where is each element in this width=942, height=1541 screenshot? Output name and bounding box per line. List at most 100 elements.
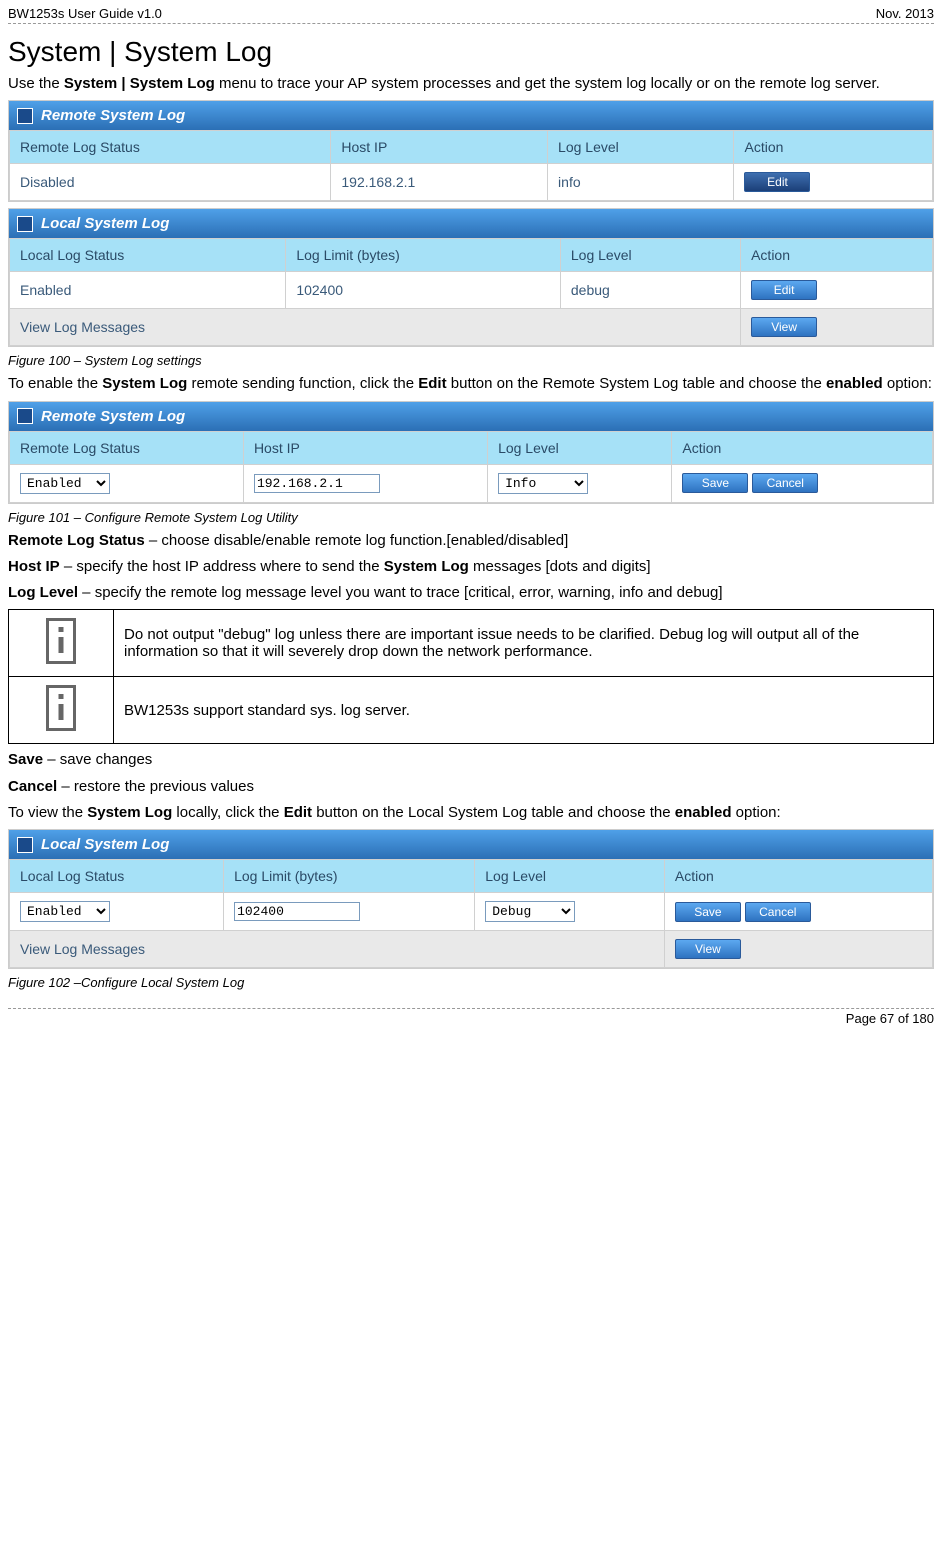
- table-row: View Log Messages View: [10, 931, 933, 968]
- remote-log-status-desc: Remote Log Status – choose disable/enabl…: [8, 531, 934, 551]
- edit-button[interactable]: Edit: [751, 280, 817, 300]
- remote-log-edit-title: Remote System Log: [41, 408, 185, 425]
- save-desc: Save – save changes: [8, 750, 934, 770]
- view-local-paragraph: To view the System Log locally, click th…: [8, 803, 934, 823]
- remote-log-edit-table: Remote Log Status Host IP Log Level Acti…: [9, 431, 933, 503]
- remote-log-panel-title: Remote System Log: [41, 107, 185, 124]
- remote-log-edit-panel: Remote System Log Remote Log Status Host…: [8, 401, 934, 504]
- table-row: View Log Messages View: [10, 309, 933, 346]
- footer-divider: [8, 1008, 934, 1009]
- intro-text-before: Use the: [8, 75, 64, 92]
- remote-level-select[interactable]: Info: [498, 473, 588, 494]
- note-1-text: Do not output "debug" log unless there a…: [114, 610, 934, 677]
- save-button[interactable]: Save: [682, 473, 748, 493]
- figure-102-caption: Figure 102 –Configure Local System Log: [8, 975, 934, 990]
- col-local-status: Local Log Status: [10, 239, 286, 272]
- remote-edit-action-cell: Save Cancel: [672, 464, 933, 502]
- info-icon-cell: [9, 610, 114, 677]
- view-log-messages-label: View Log Messages: [10, 309, 741, 346]
- info-icon: [46, 685, 76, 731]
- local-log-edit-panel: Local System Log Local Log Status Log Li…: [8, 829, 934, 969]
- col-remote-status: Remote Log Status: [10, 431, 244, 464]
- info-icon-cell: [9, 677, 114, 744]
- remote-log-panel: Remote System Log Remote Log Status Host…: [8, 100, 934, 202]
- page-number: Page 67 of 180: [8, 1011, 934, 1026]
- col-log-level: Log Level: [560, 239, 740, 272]
- panel-icon: [17, 408, 33, 424]
- local-action-cell: Edit: [741, 272, 933, 309]
- enable-remote-paragraph: To enable the System Log remote sending …: [8, 374, 934, 394]
- col-local-status: Local Log Status: [10, 860, 224, 893]
- log-limit-input[interactable]: [234, 902, 360, 921]
- view-button[interactable]: View: [675, 939, 741, 959]
- doc-title-right: Nov. 2013: [876, 6, 934, 21]
- intro-paragraph: Use the System | System Log menu to trac…: [8, 74, 934, 94]
- view-action-cell: View: [741, 309, 933, 346]
- remote-log-panel-header: Remote System Log: [9, 101, 933, 130]
- view-log-messages-label: View Log Messages: [10, 931, 665, 968]
- col-log-limit: Log Limit (bytes): [286, 239, 561, 272]
- local-log-panel: Local System Log Local Log Status Log Li…: [8, 208, 934, 347]
- save-button[interactable]: Save: [675, 902, 741, 922]
- col-action: Action: [664, 860, 932, 893]
- local-status-select[interactable]: Enabled: [20, 901, 110, 922]
- col-log-limit: Log Limit (bytes): [224, 860, 475, 893]
- table-row: Enabled Info Save Cancel: [10, 464, 933, 502]
- col-log-level: Log Level: [548, 131, 734, 164]
- view-action-cell: View: [664, 931, 932, 968]
- panel-icon: [17, 108, 33, 124]
- col-log-level: Log Level: [488, 431, 672, 464]
- log-level-desc: Log Level – specify the remote log messa…: [8, 583, 934, 603]
- note-row: BW1253s support standard sys. log server…: [9, 677, 934, 744]
- local-log-edit-header: Local System Log: [9, 830, 933, 859]
- view-button[interactable]: View: [751, 317, 817, 337]
- remote-log-table: Remote Log Status Host IP Log Level Acti…: [9, 130, 933, 201]
- panel-icon: [17, 837, 33, 853]
- local-limit-value: 102400: [286, 272, 561, 309]
- note-row: Do not output "debug" log unless there a…: [9, 610, 934, 677]
- table-row: Enabled 102400 debug Edit: [10, 272, 933, 309]
- panel-icon: [17, 216, 33, 232]
- local-level-select[interactable]: Debug: [485, 901, 575, 922]
- local-edit-action-cell: Save Cancel: [664, 893, 932, 931]
- col-host-ip: Host IP: [331, 131, 548, 164]
- intro-text-after: menu to trace your AP system processes a…: [215, 75, 880, 92]
- local-log-panel-title: Local System Log: [41, 215, 169, 232]
- col-action: Action: [672, 431, 933, 464]
- remote-host-value: 192.168.2.1: [331, 164, 548, 201]
- remote-log-edit-header: Remote System Log: [9, 402, 933, 431]
- intro-text-bold: System | System Log: [64, 75, 215, 92]
- remote-status-select[interactable]: Enabled: [20, 473, 110, 494]
- local-level-value: debug: [560, 272, 740, 309]
- col-action: Action: [734, 131, 933, 164]
- cancel-desc: Cancel – restore the previous values: [8, 777, 934, 797]
- remote-status-value: Disabled: [10, 164, 331, 201]
- col-log-level: Log Level: [475, 860, 665, 893]
- info-icon: [46, 618, 76, 664]
- page-footer: Page 67 of 180: [0, 1008, 942, 1034]
- col-action: Action: [741, 239, 933, 272]
- local-log-edit-title: Local System Log: [41, 836, 169, 853]
- note-2-text: BW1253s support standard sys. log server…: [114, 677, 934, 744]
- remote-level-value: info: [548, 164, 734, 201]
- col-host-ip: Host IP: [243, 431, 487, 464]
- table-row: Disabled 192.168.2.1 info Edit: [10, 164, 933, 201]
- notes-table: Do not output "debug" log unless there a…: [8, 609, 934, 744]
- doc-title-left: BW1253s User Guide v1.0: [8, 6, 162, 21]
- edit-button[interactable]: Edit: [744, 172, 810, 192]
- remote-action-cell: Edit: [734, 164, 933, 201]
- cancel-button[interactable]: Cancel: [752, 473, 818, 493]
- host-ip-desc: Host IP – specify the host IP address wh…: [8, 557, 934, 577]
- header-divider: [8, 23, 934, 24]
- section-heading: System | System Log: [8, 36, 934, 68]
- local-log-panel-header: Local System Log: [9, 209, 933, 238]
- cancel-button[interactable]: Cancel: [745, 902, 811, 922]
- local-log-edit-table: Local Log Status Log Limit (bytes) Log L…: [9, 859, 933, 968]
- table-row: Enabled Debug Save Cancel: [10, 893, 933, 931]
- col-remote-status: Remote Log Status: [10, 131, 331, 164]
- figure-100-caption: Figure 100 – System Log settings: [8, 353, 934, 368]
- host-ip-input[interactable]: [254, 474, 380, 493]
- figure-101-caption: Figure 101 – Configure Remote System Log…: [8, 510, 934, 525]
- local-log-table: Local Log Status Log Limit (bytes) Log L…: [9, 238, 933, 346]
- local-status-value: Enabled: [10, 272, 286, 309]
